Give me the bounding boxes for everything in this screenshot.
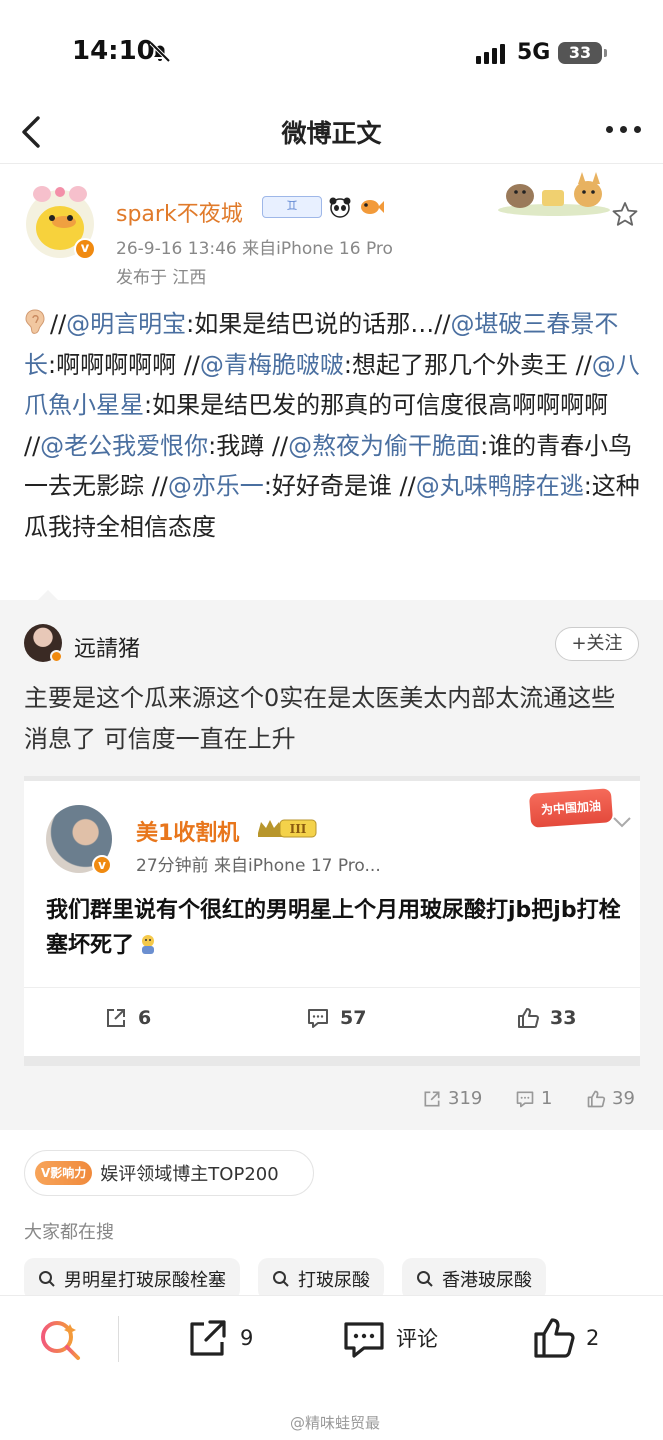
verified-dot-icon bbox=[50, 650, 63, 663]
repost-action-bar: 319 1 39 bbox=[0, 1088, 663, 1118]
mention-link[interactable]: @熬夜为偷干脆面 bbox=[288, 432, 480, 460]
favorite-star-icon[interactable] bbox=[611, 200, 639, 228]
crown-rank-icon: III bbox=[258, 819, 317, 838]
share-button[interactable]: 9 bbox=[186, 1316, 253, 1360]
ear-emoji-icon bbox=[25, 309, 45, 334]
hot-search-chips: 男明星打玻尿酸栓塞 打玻尿酸 香港玻尿酸 bbox=[24, 1258, 546, 1300]
comment-icon bbox=[344, 1322, 384, 1358]
card-comment-count: 57 bbox=[340, 1007, 367, 1029]
thumbs-up-icon bbox=[518, 1008, 539, 1028]
post-text-segment: :啊啊啊啊啊 // bbox=[48, 350, 200, 379]
search-icon bbox=[417, 1271, 433, 1287]
card-text: 我们群里说有个很红的男明星上个月用玻尿酸打jb把jb打栓塞坏死了 bbox=[46, 898, 621, 958]
repost-share-button[interactable]: 319 bbox=[422, 1088, 482, 1109]
post-text-segment: :好好奇是谁 // bbox=[263, 472, 416, 500]
post-body: //@明言明宝:如果是结巴说的话那…//@堪破三春景不长:啊啊啊啊啊 //@青梅… bbox=[24, 304, 644, 547]
post-meta: 26-9-16 13:46 来自iPhone 16 Pro bbox=[116, 239, 393, 259]
card-meta: 27分钟前 来自iPhone 17 Pro... bbox=[136, 856, 381, 876]
post-text-segment: :如果是结巴说的话那…// bbox=[186, 310, 451, 338]
divider bbox=[118, 1316, 119, 1362]
share-icon bbox=[107, 1009, 125, 1027]
share-icon bbox=[190, 1320, 226, 1356]
card-like-button[interactable]: 33 bbox=[516, 1006, 576, 1030]
status-time: 14:10 bbox=[72, 36, 155, 66]
mention-link[interactable]: @丸味鸭脖在逃 bbox=[416, 472, 584, 500]
follow-button[interactable]: +关注 bbox=[555, 627, 639, 661]
like-count: 2 bbox=[586, 1326, 600, 1350]
search-icon bbox=[39, 1271, 55, 1287]
crown-rank-label: III bbox=[290, 822, 307, 836]
share-count: 9 bbox=[240, 1326, 254, 1350]
fish-icon bbox=[361, 200, 384, 214]
card-bottom-edge bbox=[24, 1056, 640, 1066]
thumbs-up-icon bbox=[534, 1318, 575, 1358]
repost-author-name[interactable]: 远請猪 bbox=[74, 631, 140, 663]
repost-share-count: 319 bbox=[448, 1088, 483, 1109]
search-chip-label: 打玻尿酸 bbox=[298, 1270, 370, 1291]
like-button[interactable]: 2 bbox=[532, 1316, 599, 1360]
sad-emoji-icon bbox=[142, 935, 155, 954]
hot-search-label: 大家都在搜 bbox=[24, 1222, 114, 1243]
post-text-segment: // bbox=[50, 310, 67, 338]
repost-comment-button[interactable]: 1 bbox=[515, 1088, 552, 1109]
card-like-count: 33 bbox=[550, 1007, 577, 1029]
post-location: 发布于 江西 bbox=[116, 268, 207, 288]
watermark: @精味蛙贸最 bbox=[290, 1414, 381, 1432]
mention-link[interactable]: @明言明宝 bbox=[66, 310, 186, 338]
mention-link[interactable]: @亦乐一 bbox=[168, 472, 264, 500]
search-chip[interactable]: 男明星打玻尿酸栓塞 bbox=[24, 1258, 240, 1300]
share-icon bbox=[424, 1091, 440, 1106]
nav-bar: 微博正文 bbox=[0, 100, 663, 164]
level-badge[interactable]: ♊ bbox=[262, 196, 322, 218]
post-text-segment: :我蹲 // bbox=[208, 431, 289, 460]
repost-text: 主要是这个瓜来源这个0实在是太医美太内部太流通这些消息了 可信度一直在上升 bbox=[24, 684, 616, 753]
chevron-down-icon[interactable] bbox=[612, 815, 632, 829]
bell-muted-icon bbox=[149, 41, 171, 63]
search-icon bbox=[273, 1271, 289, 1287]
user-badges: ♊ bbox=[262, 196, 384, 218]
card-author-name[interactable]: 美1收割机 bbox=[136, 815, 239, 847]
post-author-name[interactable]: spark不夜城 bbox=[116, 196, 243, 228]
bottom-action-bar: 9 评论 2 bbox=[0, 1296, 663, 1386]
comment-icon bbox=[516, 1091, 534, 1107]
status-bar: 14:10 5G 33 bbox=[0, 0, 663, 100]
more-options-icon[interactable] bbox=[606, 126, 641, 133]
search-chip[interactable]: 打玻尿酸 bbox=[258, 1258, 384, 1300]
card-action-bar: 6 57 33 bbox=[24, 987, 640, 1047]
search-chip[interactable]: 香港玻尿酸 bbox=[402, 1258, 546, 1300]
thumbs-up-icon bbox=[587, 1090, 606, 1107]
comment-label: 评论 bbox=[396, 1327, 438, 1351]
influence-badge[interactable]: V影响力 娱评领域博主TOP200 bbox=[24, 1150, 314, 1196]
mention-link[interactable]: @老公我爱恨你 bbox=[40, 432, 208, 460]
post-text-segment: :想起了那几个外卖王 // bbox=[343, 350, 592, 379]
battery-icon: 33 bbox=[558, 42, 607, 64]
influence-tag: V影响力 bbox=[35, 1161, 93, 1185]
comment-button[interactable]: 评论 bbox=[342, 1316, 438, 1360]
quoted-post-card[interactable]: v 美1收割机 III 27分钟前 来自iPhone 17 Pro... 为中国… bbox=[24, 776, 640, 1056]
repost-like-count: 39 bbox=[612, 1088, 635, 1109]
mention-link[interactable]: @青梅脆啵啵 bbox=[200, 351, 344, 379]
page-title: 微博正文 bbox=[281, 119, 382, 148]
event-tag: 为中国加油 bbox=[528, 788, 614, 828]
decoration-illustration bbox=[498, 172, 610, 216]
repost-like-button[interactable]: 39 bbox=[586, 1088, 635, 1109]
network-type: 5G bbox=[517, 40, 551, 65]
search-chip-label: 男明星打玻尿酸栓塞 bbox=[64, 1270, 226, 1291]
verified-badge-icon: v bbox=[92, 855, 112, 875]
card-share-button[interactable]: 6 bbox=[104, 1006, 151, 1030]
card-share-count: 6 bbox=[138, 1007, 152, 1029]
super-search-icon[interactable] bbox=[38, 1318, 82, 1362]
signal-icon bbox=[476, 42, 505, 64]
quote-arrow bbox=[38, 590, 58, 600]
search-chip-label: 香港玻尿酸 bbox=[442, 1270, 532, 1291]
influence-text: 娱评领域博主TOP200 bbox=[100, 1164, 279, 1185]
card-comment-button[interactable]: 57 bbox=[306, 1006, 366, 1030]
verified-badge-icon: v bbox=[74, 238, 96, 260]
repost-comment-count: 1 bbox=[541, 1088, 553, 1109]
panda-icon bbox=[329, 197, 351, 218]
comment-icon bbox=[308, 1009, 328, 1028]
